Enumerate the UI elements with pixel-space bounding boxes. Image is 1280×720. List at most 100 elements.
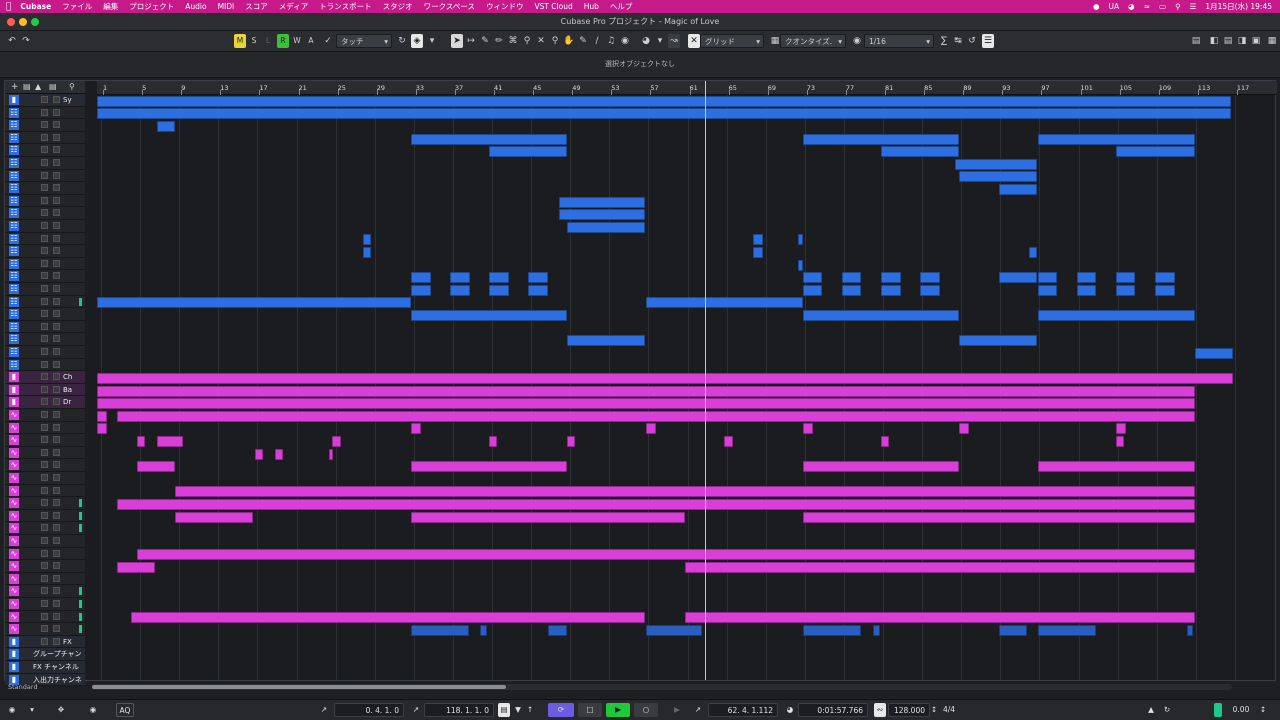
- midi-part[interactable]: [1155, 284, 1175, 296]
- mute-button[interactable]: [41, 285, 48, 292]
- midi-part[interactable]: [1029, 247, 1037, 258]
- solo-button[interactable]: [53, 196, 60, 204]
- midi-part[interactable]: [480, 625, 487, 636]
- mute-button[interactable]: [41, 184, 48, 192]
- right-locator-field[interactable]: 118. 1. 1. 0: [424, 703, 494, 717]
- midi-part[interactable]: [1155, 272, 1175, 284]
- time-signature-field[interactable]: 4/4: [938, 703, 960, 717]
- zoom-fit-icon[interactable]: ✥: [52, 703, 70, 717]
- track-visibility-icon[interactable]: ▲: [35, 82, 41, 91]
- menu-media[interactable]: メディア: [279, 1, 308, 12]
- mute-button[interactable]: [41, 600, 48, 607]
- audio-event[interactable]: [117, 562, 155, 573]
- track-row[interactable]: ▮ Ch: [5, 371, 85, 384]
- midi-part[interactable]: [873, 625, 880, 636]
- auto-scroll-icon[interactable]: ↻: [396, 34, 408, 48]
- solo-button[interactable]: [53, 385, 60, 393]
- mute-button[interactable]: [41, 259, 48, 267]
- midi-part[interactable]: [567, 335, 645, 347]
- track-name[interactable]: FX チャンネル: [33, 661, 79, 673]
- audio-event[interactable]: [275, 448, 283, 460]
- window-layout-icon[interactable]: ▤: [1190, 34, 1202, 48]
- solo-button[interactable]: [53, 423, 60, 431]
- menu-help[interactable]: ヘルプ: [610, 1, 633, 12]
- track-row[interactable]: ☷: [5, 157, 85, 170]
- solo-button[interactable]: [53, 247, 60, 255]
- listen-state-button[interactable]: L: [262, 34, 274, 48]
- midi-part[interactable]: [1038, 625, 1096, 636]
- audio-event[interactable]: [329, 448, 333, 460]
- solo-button[interactable]: [53, 436, 60, 444]
- menu-studio[interactable]: スタジオ: [383, 1, 413, 12]
- solo-button[interactable]: [53, 285, 60, 292]
- midi-part[interactable]: [920, 272, 940, 284]
- audio-event[interactable]: [97, 423, 107, 435]
- solo-button[interactable]: [53, 398, 60, 406]
- midi-part[interactable]: [881, 146, 959, 158]
- midi-part[interactable]: [842, 284, 861, 296]
- audio-event[interactable]: [175, 511, 253, 523]
- track-row[interactable]: ☷: [5, 283, 85, 296]
- solo-button[interactable]: [53, 562, 60, 570]
- track-search-icon[interactable]: ⚲: [69, 82, 75, 91]
- mute-button[interactable]: [41, 171, 48, 179]
- solo-button[interactable]: [53, 133, 60, 141]
- track-row[interactable]: ☷: [5, 169, 85, 183]
- track-row[interactable]: ▮ Ba: [5, 383, 85, 397]
- mute-button[interactable]: [41, 549, 48, 557]
- mute-button[interactable]: [41, 448, 48, 456]
- solo-button[interactable]: [53, 234, 60, 242]
- solo-button[interactable]: [53, 411, 60, 418]
- play-button[interactable]: ▶: [606, 703, 630, 717]
- midi-part[interactable]: [528, 272, 548, 284]
- solo-button[interactable]: [53, 511, 60, 519]
- menu-score[interactable]: スコア: [245, 1, 268, 12]
- mute-button[interactable]: [41, 474, 48, 481]
- solo-button[interactable]: [53, 448, 60, 456]
- midi-part[interactable]: [1077, 272, 1096, 284]
- midi-part[interactable]: [881, 284, 901, 296]
- track-name[interactable]: Ch: [63, 371, 72, 383]
- track-presets-icon[interactable]: ▤: [49, 82, 57, 91]
- menu-project[interactable]: プロジェクト: [129, 1, 174, 12]
- midi-part[interactable]: [489, 284, 509, 296]
- track-row[interactable]: ∿: [5, 409, 85, 422]
- midi-part[interactable]: [920, 284, 940, 296]
- position-bars-field[interactable]: 62. 4. 1.112: [708, 703, 778, 717]
- left-locator-icon[interactable]: ↗: [318, 703, 330, 717]
- audio-event[interactable]: [803, 461, 959, 473]
- solo-button[interactable]: [53, 574, 60, 582]
- audio-event[interactable]: [117, 410, 1195, 422]
- retrospective-record-icon[interactable]: ▶: [668, 703, 686, 717]
- input-source-label[interactable]: UA: [1109, 2, 1120, 11]
- audio-event[interactable]: [803, 423, 813, 435]
- midi-part[interactable]: [489, 146, 567, 158]
- solo-button[interactable]: [53, 310, 60, 318]
- audio-event[interactable]: [255, 448, 263, 460]
- split-tool-icon[interactable]: ✎: [479, 34, 491, 48]
- mute-button[interactable]: [41, 247, 48, 255]
- mute-button[interactable]: [41, 637, 48, 645]
- audio-event[interactable]: [97, 410, 107, 422]
- cycle-button[interactable]: ⟳: [548, 703, 574, 717]
- midi-part[interactable]: [1116, 284, 1135, 296]
- mute-button[interactable]: [41, 310, 48, 318]
- snap-type-icon[interactable]: ✕: [688, 34, 700, 48]
- midi-part[interactable]: [1116, 272, 1135, 284]
- tempo-stepper-icon[interactable]: ↕: [930, 703, 938, 717]
- track-row[interactable]: ☷: [5, 144, 85, 157]
- mute-button[interactable]: [41, 159, 48, 166]
- midi-part[interactable]: [1038, 284, 1057, 296]
- track-name[interactable]: Ba: [63, 384, 72, 396]
- track-row[interactable]: ∿: [5, 421, 85, 435]
- tempo-track-icon[interactable]: ∾: [874, 703, 886, 717]
- audio-event[interactable]: [137, 436, 145, 447]
- mute-button[interactable]: [41, 411, 48, 418]
- midi-part[interactable]: [528, 284, 548, 296]
- settings-icon[interactable]: ▦: [1266, 34, 1278, 48]
- midi-part[interactable]: [1077, 284, 1096, 296]
- mute-button[interactable]: [41, 436, 48, 444]
- object-selection-tool-icon[interactable]: ➤: [451, 34, 463, 48]
- menu-app-name[interactable]: Cubase: [20, 2, 51, 11]
- mute-button[interactable]: [41, 209, 48, 217]
